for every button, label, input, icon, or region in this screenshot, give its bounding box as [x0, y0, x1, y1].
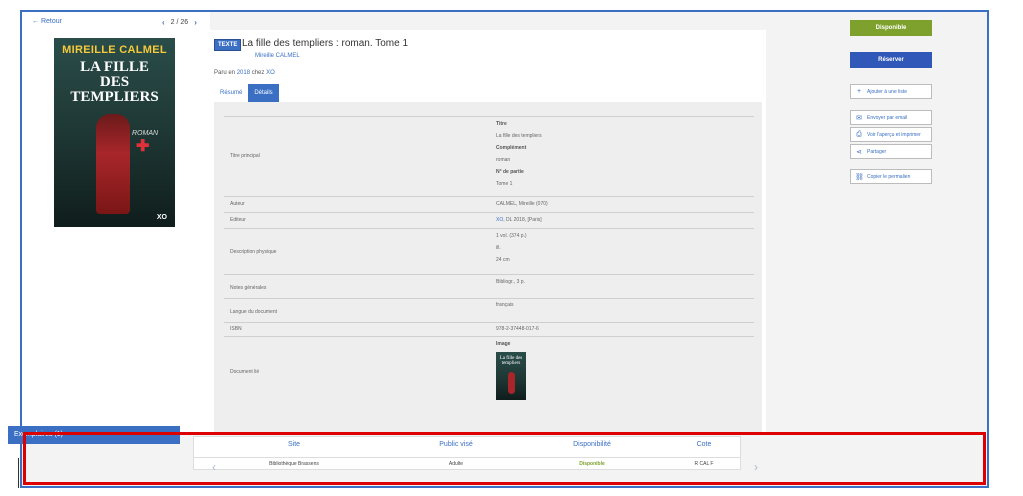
main-column: TEXTE La fille des templiers : roman. To…	[210, 30, 766, 432]
book-author-link[interactable]: Mireille CALMEL	[255, 53, 300, 59]
tab-resume[interactable]: Résumé	[214, 84, 248, 102]
row-notes: Notes générales Bibliogr., 3 p.	[224, 274, 754, 298]
reserve-button[interactable]: Réserver	[850, 52, 932, 68]
row-document-lie: Document lié Image La fille des templier…	[224, 336, 754, 408]
author-detail-link[interactable]: CALMEL, Mireille (070)	[496, 198, 548, 210]
left-column: ← Retour ‹ 2 / 26 › MIREILLE CALMEL LA F…	[22, 12, 210, 432]
details-panel: Titre principal Titre La fille des templ…	[214, 102, 762, 432]
book-title: La fille des templiers : roman. Tome 1	[242, 38, 409, 49]
highlight-box	[23, 432, 986, 485]
record-tabs: Résumé Détails	[214, 84, 279, 102]
share-icon: ⋖	[856, 148, 862, 156]
availability-button[interactable]: Disponible	[850, 20, 932, 36]
book-cover: MIREILLE CALMEL LA FILLE DES TEMPLIERS R…	[54, 38, 175, 227]
row-titre-principal: Titre principal Titre La fille des templ…	[224, 116, 754, 196]
chevron-right-icon[interactable]: ›	[194, 18, 197, 27]
record-pager: ‹ 2 / 26 ›	[162, 18, 197, 27]
cover-author: MIREILLE CALMEL	[62, 44, 167, 56]
chevron-left-icon[interactable]: ‹	[162, 18, 165, 27]
row-editeur: Editeur XO, DL 2018, [Paris]	[224, 212, 754, 228]
printer-icon: ⎙	[856, 130, 862, 138]
cross-icon: ✚	[136, 138, 150, 155]
plus-icon: +	[856, 88, 862, 95]
send-email-button[interactable]: ✉ Envoyer par email	[850, 110, 932, 125]
envelope-icon: ✉	[856, 114, 862, 122]
copy-permalink-button[interactable]: ⛓ Copier le permalien	[850, 169, 932, 184]
tab-details[interactable]: Détails	[248, 84, 279, 102]
link-icon: ⛓	[855, 173, 864, 181]
cover-figure	[96, 114, 130, 214]
row-langue: Langue du document français	[224, 298, 754, 322]
publisher-link[interactable]: XO	[266, 70, 275, 76]
page-indicator: 2 / 26	[170, 19, 189, 26]
add-to-list-button[interactable]: + Ajouter à une liste	[850, 84, 932, 99]
row-isbn: ISBN 978-2-37448-017-6	[224, 322, 754, 336]
cover-title: LA FILLE DES TEMPLIERS	[70, 59, 159, 105]
share-button[interactable]: ⋖ Partager	[850, 144, 932, 159]
back-link[interactable]: ← Retour	[32, 18, 62, 25]
divider	[18, 458, 19, 488]
linked-document-thumbnail[interactable]: La fille des templiers	[496, 352, 526, 400]
publication-line: Paru en 2018 chez XO	[214, 70, 275, 76]
year-link[interactable]: 2018	[237, 70, 250, 76]
row-description: Description physique 1 vol. (374 p.) ill…	[224, 228, 754, 274]
cover-publisher: XO	[156, 214, 167, 221]
type-badge: TEXTE	[214, 39, 242, 51]
row-auteur: Auteur CALMEL, Mireille (070)	[224, 196, 754, 212]
record-frame: ← Retour ‹ 2 / 26 › MIREILLE CALMEL LA F…	[20, 10, 989, 488]
print-preview-button[interactable]: ⎙ Voir l'aperçu et imprimer	[850, 127, 932, 142]
